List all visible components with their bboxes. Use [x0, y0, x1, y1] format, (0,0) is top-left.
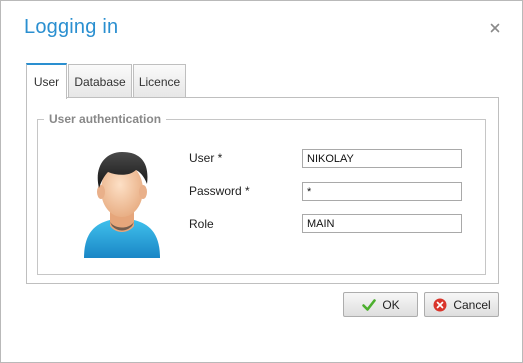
- cancel-icon: [433, 298, 447, 311]
- ok-label: OK: [382, 297, 400, 312]
- tab-database[interactable]: Database: [68, 64, 132, 98]
- user-input[interactable]: [302, 149, 462, 168]
- ok-button[interactable]: OK: [343, 292, 418, 317]
- tab-bar: User Database Licence: [26, 63, 187, 99]
- password-input[interactable]: [302, 182, 462, 201]
- role-input[interactable]: [302, 214, 462, 233]
- group-legend: User authentication: [44, 112, 167, 126]
- tab-panel-user: User authentication User * NIKOLAY Passw…: [26, 97, 499, 284]
- cancel-button[interactable]: Cancel: [424, 292, 499, 317]
- tab-user[interactable]: User: [26, 63, 67, 99]
- user-avatar-icon: [84, 152, 160, 258]
- password-label: Password *: [189, 184, 250, 198]
- user-label: User *: [189, 151, 223, 165]
- close-icon[interactable]: [487, 20, 503, 36]
- cancel-label: Cancel: [453, 297, 491, 312]
- tab-licence[interactable]: Licence: [133, 64, 186, 98]
- dialog-title: Logging in: [24, 16, 119, 38]
- login-dialog: Logging in User Database Licence User au…: [0, 0, 523, 363]
- user-authentication-group: User authentication User * NIKOLAY Passw…: [37, 112, 486, 275]
- checkmark-icon: [362, 298, 377, 311]
- role-label: Role: [189, 217, 214, 231]
